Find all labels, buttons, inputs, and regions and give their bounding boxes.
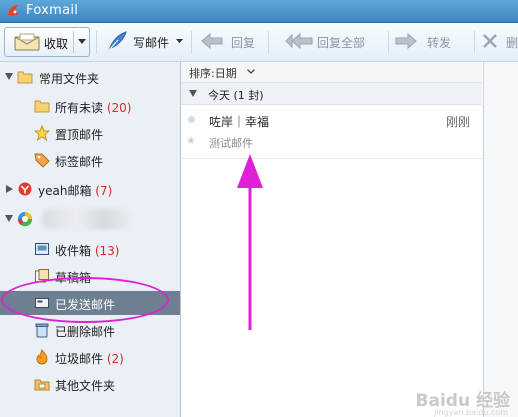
preview-pane: [483, 62, 518, 417]
trash-icon: [35, 323, 49, 338]
sort-label: 排序:日期: [189, 67, 237, 80]
folder-inbox[interactable]: 收件箱 (13): [0, 237, 180, 261]
folder-pane: 常用文件夹 所有未读 (20) 置顶邮件 标签邮件 yeah邮箱 (7) 收件箱…: [0, 62, 181, 417]
mail-subject: 测试邮件: [209, 137, 253, 150]
chevron-down-icon[interactable]: [247, 69, 255, 74]
date-group-label: 今天 (1 封): [208, 89, 264, 102]
expanded-arrow-icon[interactable]: [5, 73, 13, 80]
mail-list-pane: 排序:日期 今天 (1 封) 咗岸｜幸福 刚刚 ★ 测试邮件: [181, 62, 482, 417]
folder-pinned-label: 置顶邮件: [55, 128, 104, 142]
mail-item[interactable]: 咗岸｜幸福 刚刚 ★ 测试邮件: [181, 106, 482, 159]
chevron-down-icon[interactable]: [78, 39, 86, 44]
envelope-icon: [14, 33, 40, 51]
delete-button[interactable]: 删: [480, 32, 518, 52]
blurred-account-name: [42, 209, 130, 229]
yeah-mail-icon: [18, 182, 32, 196]
folder-junk[interactable]: 垃圾邮件 (2): [0, 345, 180, 369]
unread-count: (7): [95, 184, 113, 198]
folder-common-label: 常用文件夹: [39, 72, 100, 86]
folder-tagged-label: 标签邮件: [55, 155, 104, 169]
expanded-arrow-icon[interactable]: [189, 90, 197, 97]
foxmail-logo-icon: [8, 5, 19, 16]
star-icon[interactable]: ★: [186, 134, 196, 147]
divider: [474, 31, 475, 53]
compose-label: 写邮件: [133, 36, 170, 50]
inbox-icon: [35, 243, 49, 255]
unread-count: (2): [106, 352, 124, 366]
folder-group-common[interactable]: 常用文件夹: [0, 65, 180, 89]
divider: [191, 31, 192, 53]
forward-button[interactable]: 转发: [394, 32, 456, 52]
account-blurred[interactable]: [0, 207, 180, 231]
folder-other-label: 其他文件夹: [55, 379, 116, 393]
unread-count: (20): [106, 101, 132, 115]
expanded-arrow-icon[interactable]: [5, 215, 13, 222]
folder-all-unread-label: 所有未读: [55, 101, 104, 115]
forward-arrow-icon: [395, 32, 417, 50]
folder-all-unread[interactable]: 所有未读 (20): [0, 94, 180, 118]
divider: [268, 31, 269, 53]
watermark-url: jingyan.baidu.com: [434, 408, 508, 417]
reply-arrow-icon: [201, 32, 223, 50]
scissors-delete-icon: [483, 34, 497, 48]
other-folder-icon: [34, 379, 50, 391]
annotation-ellipse: [1, 277, 169, 323]
divider: [388, 31, 389, 53]
feather-pen-icon: [108, 31, 127, 51]
forward-label: 转发: [427, 36, 452, 50]
qq-mail-icon: [17, 212, 33, 227]
folder-junk-label: 垃圾邮件: [55, 352, 104, 366]
account-yeah[interactable]: yeah邮箱 (7): [0, 177, 180, 201]
title-bar: Foxmail: [0, 0, 518, 23]
reply-label: 回复: [231, 36, 256, 50]
compose-button[interactable]: 写邮件: [104, 31, 184, 52]
annotation-arrow: [237, 154, 263, 330]
reply-all-arrow-icon: [285, 32, 313, 50]
delete-label: 删: [506, 36, 518, 50]
sort-bar[interactable]: 排序:日期: [181, 62, 482, 83]
read-status-dot[interactable]: [188, 116, 195, 123]
tag-icon: [34, 153, 50, 168]
folder-deleted-label: 已删除邮件: [55, 325, 116, 339]
mail-sender: 咗岸｜幸福: [209, 115, 270, 129]
folder-inbox-label: 收件箱: [55, 244, 92, 258]
account-yeah-label: yeah邮箱: [38, 184, 92, 198]
divider: [73, 31, 74, 53]
folder-tagged[interactable]: 标签邮件: [0, 148, 180, 172]
mail-time: 刚刚: [445, 115, 470, 129]
folder-icon: [34, 100, 50, 113]
folder-other[interactable]: 其他文件夹: [0, 372, 180, 396]
reply-all-label: 回复全部: [317, 36, 366, 50]
collapsed-arrow-icon[interactable]: [6, 185, 13, 193]
chevron-down-icon[interactable]: [176, 39, 183, 43]
reply-all-button[interactable]: 回复全部: [284, 32, 384, 52]
star-icon: [34, 125, 50, 141]
app-title: Foxmail: [26, 3, 79, 18]
folder-pinned[interactable]: 置顶邮件: [0, 121, 180, 145]
receive-label: 收取: [44, 37, 69, 51]
folder-icon: [17, 71, 33, 84]
reply-button[interactable]: 回复: [198, 32, 260, 52]
toolbar: 收取 写邮件 回复 回复全部 转发 删: [0, 23, 518, 62]
unread-count: (13): [94, 244, 120, 258]
divider: [96, 31, 97, 53]
date-group-header[interactable]: 今天 (1 封): [181, 83, 482, 105]
flame-icon: [36, 349, 48, 365]
receive-button[interactable]: 收取: [4, 27, 90, 57]
